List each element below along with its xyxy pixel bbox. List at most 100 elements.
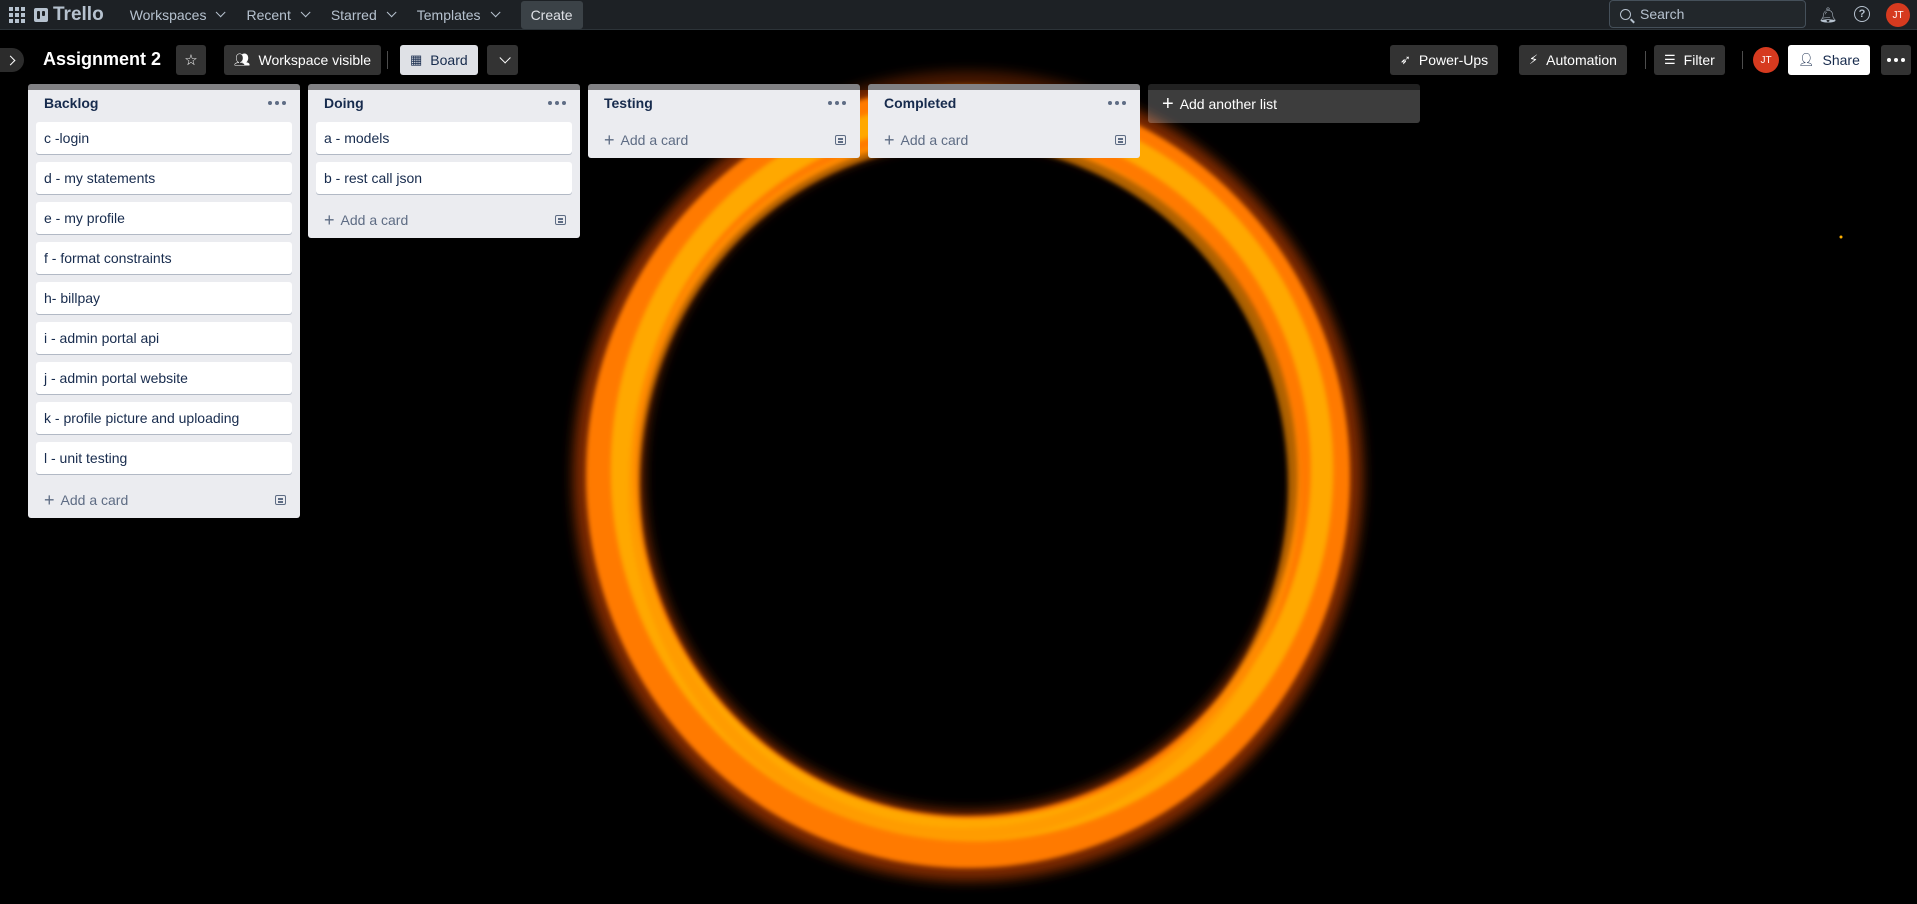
- plus-icon: +: [884, 130, 895, 150]
- templates-label: Templates: [416, 6, 481, 23]
- card[interactable]: b - rest call json: [316, 162, 572, 194]
- notifications-bell-icon[interactable]: 🔔︎: [1818, 5, 1838, 25]
- card[interactable]: a - models: [316, 122, 572, 154]
- power-ups-button[interactable]: ➶ Power-Ups: [1390, 45, 1499, 75]
- visibility-label: Workspace visible: [258, 52, 372, 68]
- list-title[interactable]: Backlog: [44, 95, 98, 111]
- plus-icon: +: [604, 130, 615, 150]
- filter-label: Filter: [1683, 52, 1715, 68]
- chevron-down-icon: [216, 7, 227, 18]
- board-header: Assignment 2 ☆ 👥︎ Workspace visible ▦ Bo…: [0, 30, 1917, 90]
- list-title[interactable]: Doing: [324, 95, 364, 111]
- help-icon[interactable]: ?: [1854, 6, 1870, 22]
- list-testing: Testing + Add a card: [588, 84, 860, 158]
- automation-button[interactable]: ⚡︎ Automation: [1519, 45, 1627, 75]
- chevron-down-icon: [300, 7, 311, 18]
- view-switcher-button[interactable]: [487, 45, 518, 75]
- add-card-row: + Add a card: [876, 122, 1132, 158]
- list-backlog: Backlog c -login d - my statements e - m…: [28, 84, 300, 518]
- header-divider: [1645, 51, 1646, 69]
- chevron-down-icon: [490, 7, 501, 18]
- header-divider: [387, 51, 388, 69]
- card-template-icon[interactable]: [555, 215, 566, 225]
- list-actions-icon[interactable]: [828, 101, 846, 105]
- add-list-label: Add another list: [1179, 95, 1277, 112]
- sidebar-expand-button[interactable]: [0, 48, 24, 72]
- add-card-button[interactable]: + Add a card: [324, 210, 409, 230]
- trello-logo-text: Trello: [53, 3, 104, 25]
- card-template-icon[interactable]: [835, 135, 846, 145]
- filter-button[interactable]: ☰ Filter: [1654, 45, 1725, 75]
- chevron-down-icon: [386, 7, 397, 18]
- add-card-label: Add a card: [620, 132, 689, 148]
- app-switcher-icon[interactable]: [0, 0, 30, 29]
- automation-label: Automation: [1546, 52, 1617, 68]
- trello-logo-icon: [34, 7, 48, 22]
- add-card-row: + Add a card: [596, 122, 852, 158]
- card-template-icon[interactable]: [1115, 135, 1126, 145]
- card[interactable]: e - my profile: [36, 202, 292, 234]
- workspaces-menu[interactable]: Workspaces: [118, 0, 235, 29]
- starred-menu[interactable]: Starred: [319, 0, 405, 29]
- create-button[interactable]: Create: [520, 0, 583, 29]
- search-icon: [1620, 8, 1631, 20]
- add-card-label: Add a card: [340, 212, 409, 228]
- plus-icon: +: [44, 490, 55, 510]
- board-title[interactable]: Assignment 2: [43, 49, 161, 70]
- board-view-button[interactable]: ▦ Board: [400, 45, 478, 75]
- rocket-icon: ➶: [1400, 52, 1411, 67]
- starred-label: Starred: [330, 6, 377, 23]
- search-input[interactable]: Search: [1609, 0, 1806, 28]
- add-card-label: Add a card: [60, 492, 129, 508]
- search-placeholder: Search: [1640, 6, 1685, 22]
- list-actions-icon[interactable]: [1108, 101, 1126, 105]
- card[interactable]: c -login: [36, 122, 292, 154]
- card[interactable]: j - admin portal website: [36, 362, 292, 394]
- recent-label: Recent: [246, 6, 291, 23]
- add-card-row: + Add a card: [316, 202, 572, 238]
- list-doing: Doing a - models b - rest call json + Add…: [308, 84, 580, 238]
- top-navigation-bar: Trello Workspaces Recent Starred Templat…: [0, 0, 1917, 30]
- card[interactable]: f - format constraints: [36, 242, 292, 274]
- people-icon: 👥︎: [234, 52, 251, 67]
- list-actions-icon[interactable]: [268, 101, 286, 105]
- add-card-label: Add a card: [900, 132, 969, 148]
- star-board-button[interactable]: ☆: [176, 45, 206, 75]
- add-card-button[interactable]: + Add a card: [604, 130, 689, 150]
- board-menu-button[interactable]: [1881, 45, 1911, 75]
- add-card-button[interactable]: + Add a card: [44, 490, 129, 510]
- recent-menu[interactable]: Recent: [234, 0, 318, 29]
- share-label: Share: [1822, 52, 1860, 68]
- share-button[interactable]: 👤︎ Share: [1788, 45, 1870, 75]
- filter-icon: ☰: [1664, 52, 1676, 67]
- add-person-icon: 👤︎: [1798, 52, 1815, 67]
- list-actions-icon[interactable]: [548, 101, 566, 105]
- card-template-icon[interactable]: [275, 495, 286, 505]
- card[interactable]: d - my statements: [36, 162, 292, 194]
- add-card-button[interactable]: + Add a card: [884, 130, 969, 150]
- board-member-avatar[interactable]: JT: [1753, 47, 1779, 73]
- card[interactable]: i - admin portal api: [36, 322, 292, 354]
- add-card-row: + Add a card: [36, 482, 292, 518]
- chevron-down-icon: [498, 52, 511, 64]
- list-title[interactable]: Completed: [884, 95, 956, 111]
- plus-icon: +: [324, 210, 335, 230]
- board-view-icon: ▦: [410, 52, 423, 67]
- plus-icon: +: [1162, 92, 1174, 115]
- workspaces-label: Workspaces: [129, 6, 207, 23]
- lightning-icon: ⚡︎: [1529, 52, 1539, 67]
- card[interactable]: h- billpay: [36, 282, 292, 314]
- more-icon: [1887, 58, 1905, 62]
- templates-menu[interactable]: Templates: [405, 0, 509, 29]
- card[interactable]: k - profile picture and uploading: [36, 402, 292, 434]
- chevron-right-icon: [5, 55, 16, 65]
- star-icon: ☆: [184, 52, 198, 69]
- user-avatar[interactable]: JT: [1886, 3, 1910, 27]
- list-title[interactable]: Testing: [604, 95, 653, 111]
- card[interactable]: l - unit testing: [36, 442, 292, 474]
- power-ups-label: Power-Ups: [1418, 52, 1489, 68]
- header-divider: [1742, 51, 1743, 69]
- workspace-visibility-button[interactable]: 👥︎ Workspace visible: [224, 45, 382, 75]
- trello-logo[interactable]: Trello: [34, 0, 104, 29]
- board-view-label: Board: [430, 52, 468, 68]
